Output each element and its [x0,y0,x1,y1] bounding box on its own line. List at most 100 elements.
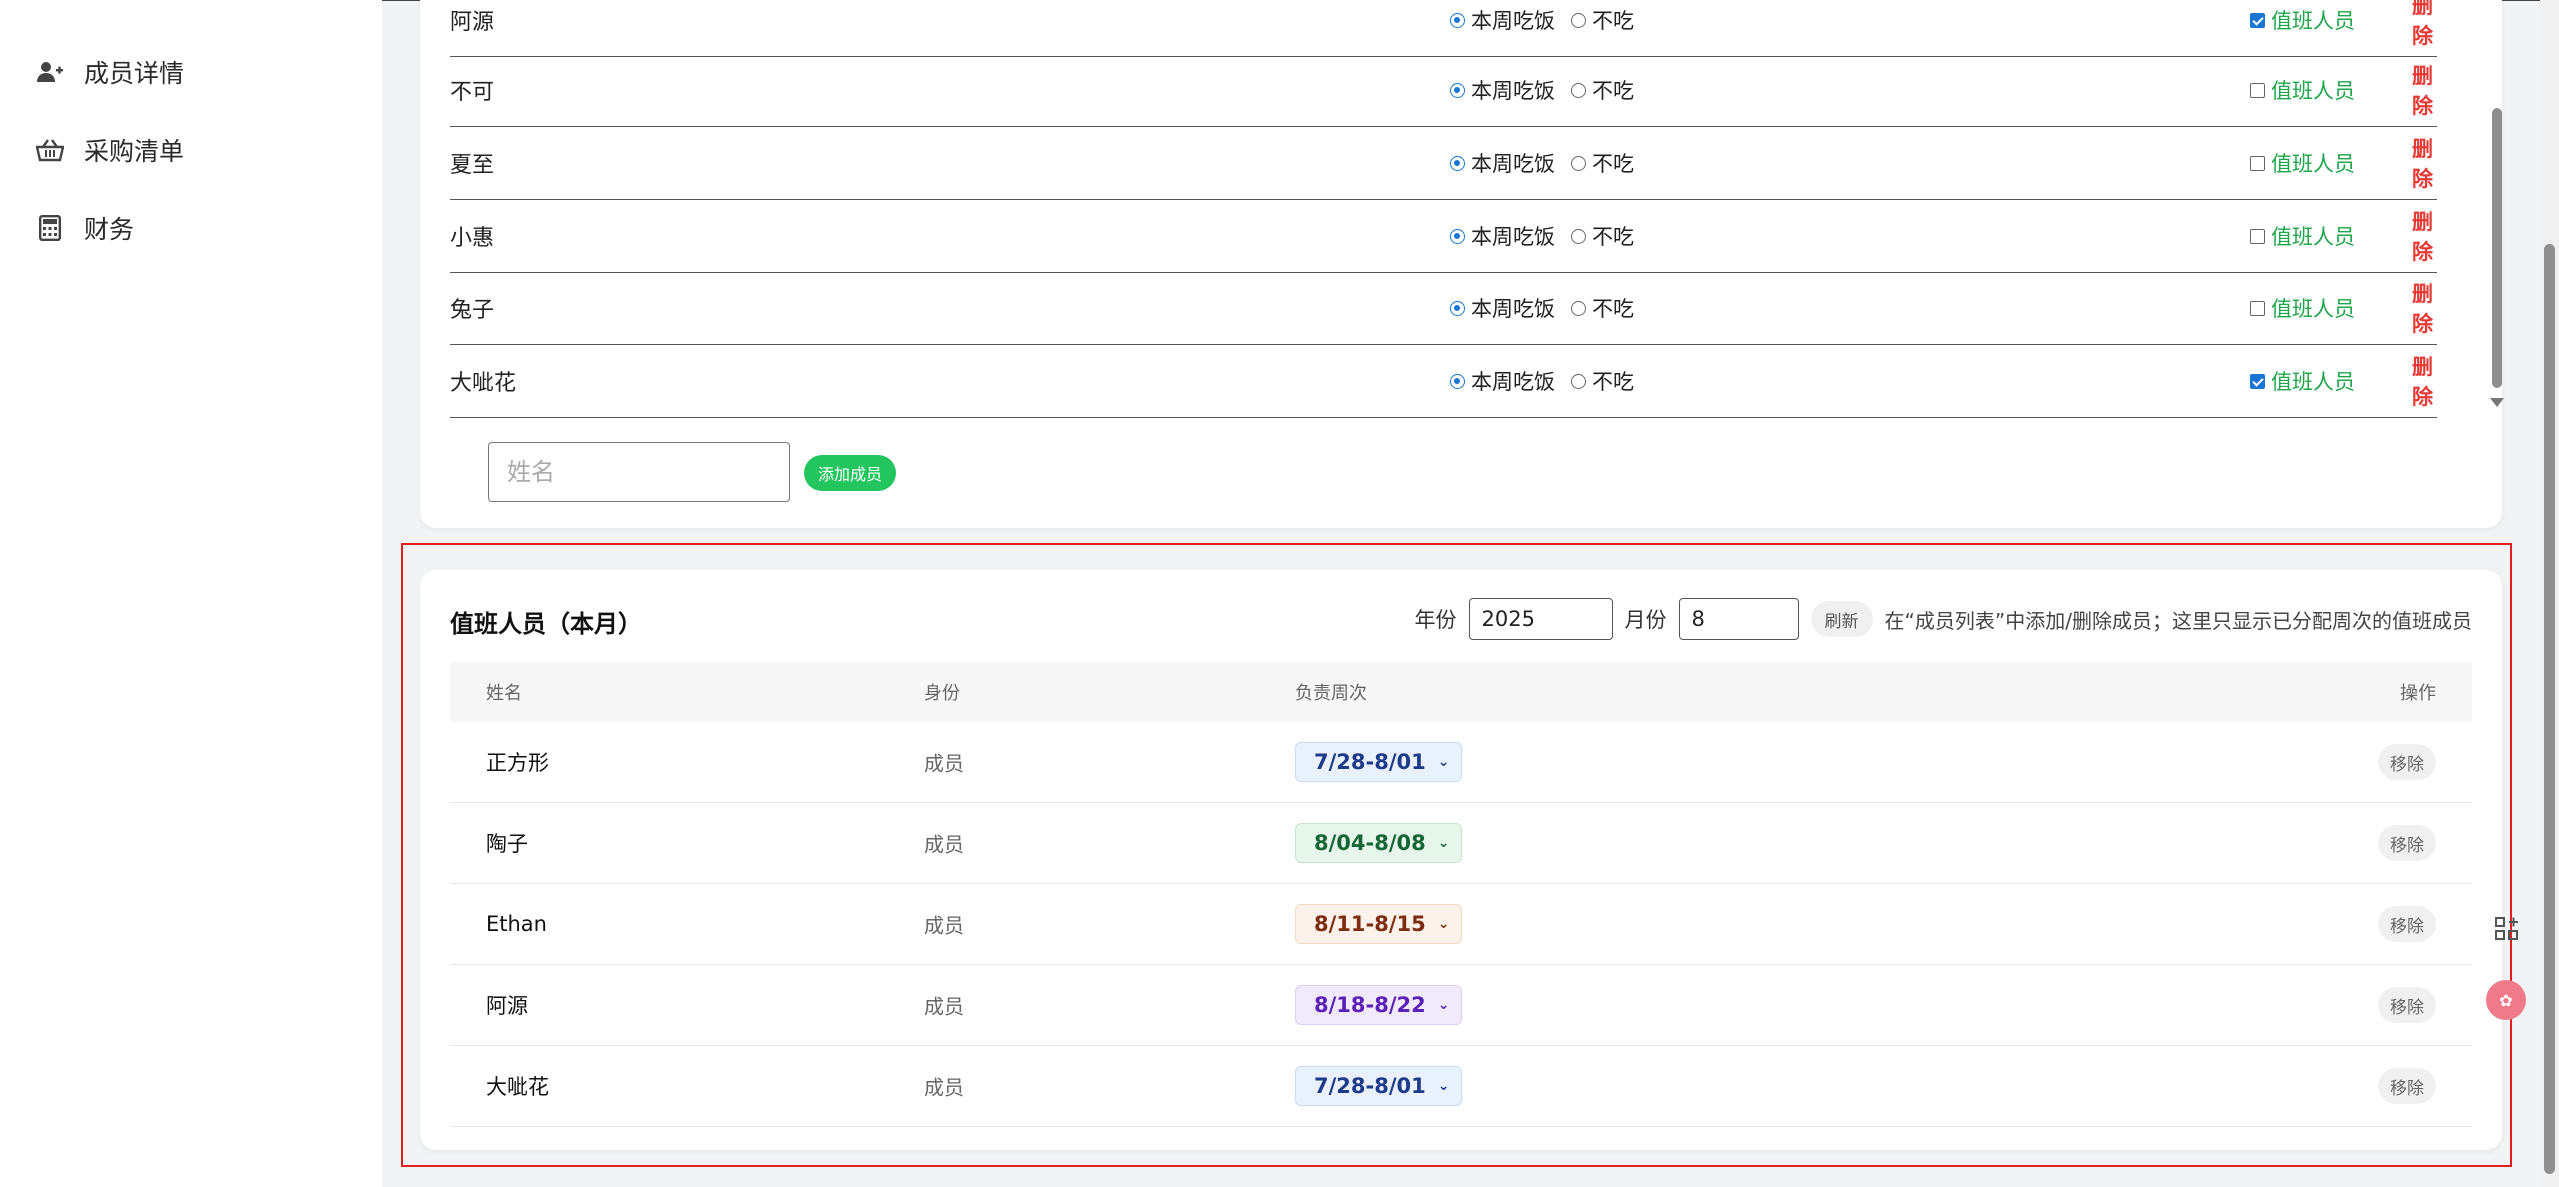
duty-controls: 年份 2025 月份 8 刷新 在“成员列表”中添加/删除成员；这里只显示已分配… [1415,598,2472,640]
remove-button[interactable]: 移除 [2378,987,2436,1023]
year-input[interactable]: 2025 [1468,598,1613,640]
delete-button[interactable]: 删除 [2412,206,2437,266]
remove-button[interactable]: 移除 [2378,825,2436,861]
delete-button[interactable]: 删除 [2412,278,2437,338]
week-select[interactable]: 8/04-8/08 ⌄ [1295,823,1463,863]
no-eat-radio[interactable] [1571,300,1586,316]
duty-member-role: 成员 [924,913,964,938]
week-value: 8/11-8/15 [1314,912,1426,936]
duty-checkbox-group[interactable]: 值班人员 [2250,293,2355,323]
sidebar-item-label: 成员详情 [84,59,185,88]
duty-checkbox[interactable] [2250,12,2265,28]
refresh-button[interactable]: 刷新 [1810,601,1873,637]
sidebar-item-shopping-list[interactable]: 采购清单 [36,130,184,170]
add-member-button[interactable]: 添加成员 [804,455,897,491]
header-name: 姓名 [486,683,522,704]
no-eat-radio[interactable] [1571,228,1586,244]
eat-choice: 本周吃饭 不吃 [1450,293,1634,323]
inner-scrollbar-thumb[interactable] [2492,108,2502,388]
no-eat-radio[interactable] [1571,82,1586,98]
member-name: 夏至 [450,153,495,178]
duty-member-role: 成员 [924,994,964,1019]
member-name: 阿源 [450,10,495,35]
week-value: 8/04-8/08 [1314,831,1426,855]
duty-member-role: 成员 [924,1075,964,1100]
week-select[interactable]: 8/18-8/22 ⌄ [1295,985,1463,1025]
eat-radio[interactable] [1450,373,1465,389]
eat-label: 本周吃饭 [1471,79,1555,103]
eat-radio[interactable] [1450,82,1465,98]
sidebar: 成员详情 采购清单 财务 [0,0,382,1187]
week-select[interactable]: 7/28-8/01 ⌄ [1295,742,1463,782]
member-row: 不可 本周吃饭 不吃 值班人员 删除 [450,54,2437,127]
scroll-down-icon[interactable] [2490,398,2504,407]
table-row: 正方形 成员 7/28-8/01 ⌄ 移除 [450,722,2472,803]
member-row: 小惠 本周吃饭 不吃 值班人员 删除 [450,200,2437,273]
eat-radio[interactable] [1450,12,1465,28]
delete-button[interactable]: 删除 [2412,351,2437,411]
delete-button[interactable]: 删除 [2412,0,2437,50]
duty-checkbox[interactable] [2250,373,2265,389]
eat-label: 本周吃饭 [1471,152,1555,176]
delete-button[interactable]: 删除 [2412,133,2437,193]
chevron-down-icon: ⌄ [1437,1078,1450,1094]
eat-label: 本周吃饭 [1471,9,1555,33]
remove-button[interactable]: 移除 [2378,1068,2436,1104]
no-eat-label: 不吃 [1592,9,1634,33]
eat-radio[interactable] [1450,155,1465,171]
year-label: 年份 [1414,608,1457,632]
sidebar-item-label: 财务 [84,215,135,244]
assistant-avatar-icon[interactable]: ✿ [2486,980,2526,1020]
duty-checkbox[interactable] [2250,228,2265,244]
eat-label: 本周吃饭 [1471,370,1555,394]
duty-checkbox-group[interactable]: 值班人员 [2250,75,2355,105]
duty-checkbox[interactable] [2250,155,2265,171]
sidebar-item-member-details[interactable]: 成员详情 [36,52,184,92]
window-scrollbar-thumb[interactable] [2544,244,2555,1174]
remove-button[interactable]: 移除 [2378,744,2436,780]
duty-label: 值班人员 [2271,9,2355,33]
no-eat-radio[interactable] [1571,12,1586,28]
sidebar-item-finance[interactable]: 财务 [36,208,134,248]
table-row: 大呲花 成员 7/28-8/01 ⌄ 移除 [450,1046,2472,1127]
member-name: 不可 [450,80,495,105]
qr-grid-icon[interactable] [2490,912,2524,946]
week-value: 7/28-8/01 [1314,750,1426,774]
month-input[interactable]: 8 [1678,598,1799,640]
duty-label: 值班人员 [2271,225,2355,249]
duty-member-role: 成员 [924,751,964,776]
no-eat-label: 不吃 [1592,370,1634,394]
duty-checkbox[interactable] [2250,82,2265,98]
duty-checkbox[interactable] [2250,300,2265,316]
remove-button[interactable]: 移除 [2378,906,2436,942]
duty-hint: 在“成员列表”中添加/删除成员；这里只显示已分配周次的值班成员 [1884,608,2472,633]
eat-radio[interactable] [1450,228,1465,244]
member-row: 阿源 本周吃饭 不吃 值班人员 删除 [450,0,2437,57]
member-row: 兔子 本周吃饭 不吃 值班人员 删除 [450,272,2437,345]
chevron-down-icon: ⌄ [1437,997,1450,1013]
delete-button[interactable]: 删除 [2412,60,2437,120]
week-select[interactable]: 8/11-8/15 ⌄ [1295,904,1463,944]
duty-card: 值班人员（本月） 年份 2025 月份 8 刷新 在“成员列表”中添加/删除成员… [420,570,2502,1150]
eat-choice: 本周吃饭 不吃 [1450,5,1634,35]
user-plus-icon [36,58,64,86]
duty-member-name: 阿源 [486,994,528,1018]
duty-checkbox-group[interactable]: 值班人员 [2250,148,2355,178]
no-eat-label: 不吃 [1592,79,1634,103]
window-scrollbar[interactable] [2540,0,2559,1187]
eat-radio[interactable] [1450,300,1465,316]
duty-checkbox-group[interactable]: 值班人员 [2250,5,2355,35]
duty-title: 值班人员（本月） [450,610,642,638]
week-select[interactable]: 7/28-8/01 ⌄ [1295,1066,1463,1106]
week-value: 8/18-8/22 [1314,993,1426,1017]
chevron-down-icon: ⌄ [1437,916,1450,932]
header-action: 操作 [2400,683,2436,704]
duty-checkbox-group[interactable]: 值班人员 [2250,221,2355,251]
week-value: 7/28-8/01 [1314,1074,1426,1098]
eat-choice: 本周吃饭 不吃 [1450,75,1634,105]
no-eat-radio[interactable] [1571,155,1586,171]
duty-checkbox-group[interactable]: 值班人员 [2250,366,2355,396]
member-name-input[interactable] [488,442,790,502]
table-row: 陶子 成员 8/04-8/08 ⌄ 移除 [450,803,2472,884]
no-eat-radio[interactable] [1571,373,1586,389]
